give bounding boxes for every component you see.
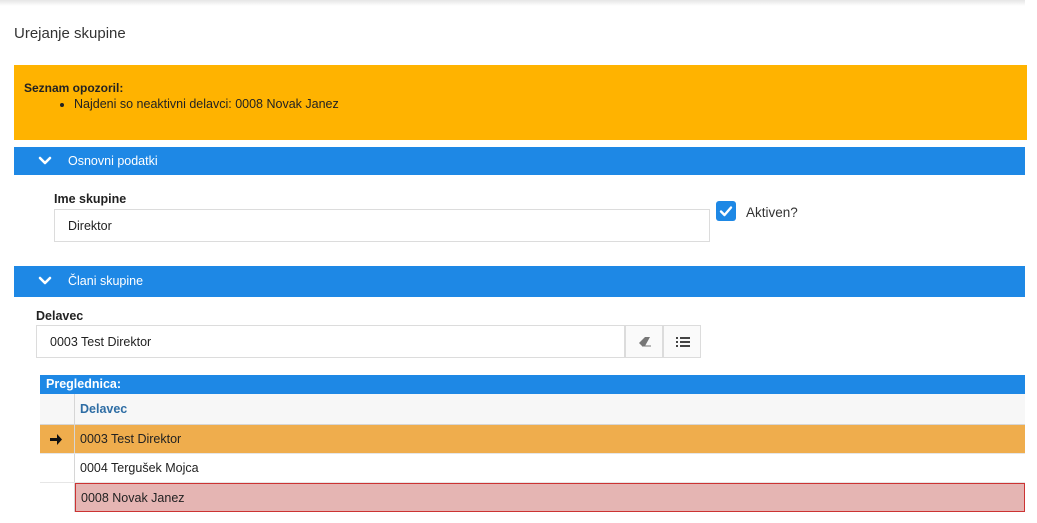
table-row[interactable]: 0008 Novak Janez bbox=[40, 483, 1025, 512]
section-members-label: Člani skupine bbox=[68, 274, 144, 288]
table-cell[interactable]: 0004 Tergušek Mojca bbox=[75, 454, 1025, 482]
grid-title-bar: Preglednica: bbox=[40, 375, 1025, 394]
grid-title: Preglednica: bbox=[46, 377, 122, 391]
clear-button[interactable] bbox=[625, 325, 663, 358]
column-header-label: Delavec bbox=[80, 402, 128, 416]
table-cell[interactable]: 0008 Novak Janez bbox=[75, 483, 1025, 512]
arrow-right-icon bbox=[50, 434, 62, 445]
list-icon bbox=[676, 337, 690, 347]
warning-title: Seznam opozoril: bbox=[24, 81, 124, 95]
section-basic-label: Osnovni podatki bbox=[68, 154, 158, 168]
list-button[interactable] bbox=[663, 325, 701, 358]
cell-value: 0003 Test Direktor bbox=[80, 432, 182, 446]
row-indicator bbox=[40, 454, 75, 482]
row-indicator bbox=[40, 483, 75, 512]
top-shadow bbox=[0, 0, 1025, 6]
table-cell[interactable]: 0003 Test Direktor bbox=[75, 425, 1025, 453]
warning-list: Najdeni so neaktivni delavci: 0008 Novak… bbox=[24, 97, 339, 111]
worker-value: 0003 Test Direktor bbox=[50, 335, 152, 349]
group-name-input[interactable]: Direktor bbox=[54, 209, 710, 242]
eraser-icon bbox=[639, 337, 651, 347]
page-title: Urejanje skupine bbox=[14, 25, 126, 42]
row-indicator bbox=[40, 425, 75, 453]
table-row[interactable]: 0003 Test Direktor bbox=[40, 425, 1025, 454]
active-checkbox[interactable] bbox=[716, 201, 736, 221]
active-label: Aktiven? bbox=[746, 205, 798, 220]
grid-header-row: Delavec bbox=[40, 394, 1025, 425]
table-row[interactable]: 0004 Tergušek Mojca bbox=[40, 454, 1025, 483]
worker-input[interactable]: 0003 Test Direktor bbox=[36, 325, 625, 358]
chevron-down-icon bbox=[38, 276, 52, 285]
chevron-down-icon bbox=[38, 156, 52, 165]
section-basic-header[interactable]: Osnovni podatki bbox=[14, 147, 1025, 175]
section-members-header[interactable]: Člani skupine bbox=[14, 266, 1025, 297]
column-header-delavec[interactable]: Delavec bbox=[75, 394, 1025, 424]
row-indicator-header bbox=[40, 394, 75, 424]
group-name-label: Ime skupine bbox=[54, 192, 127, 206]
checkmark-icon bbox=[719, 206, 733, 217]
cell-value: 0008 Novak Janez bbox=[81, 491, 185, 505]
cell-value: 0004 Tergušek Mojca bbox=[80, 461, 199, 475]
warning-item: Najdeni so neaktivni delavci: 0008 Novak… bbox=[74, 97, 339, 111]
group-name-value: Direktor bbox=[68, 219, 112, 233]
warning-panel: Seznam opozoril: Najdeni so neaktivni de… bbox=[14, 65, 1027, 140]
worker-label: Delavec bbox=[36, 309, 84, 323]
